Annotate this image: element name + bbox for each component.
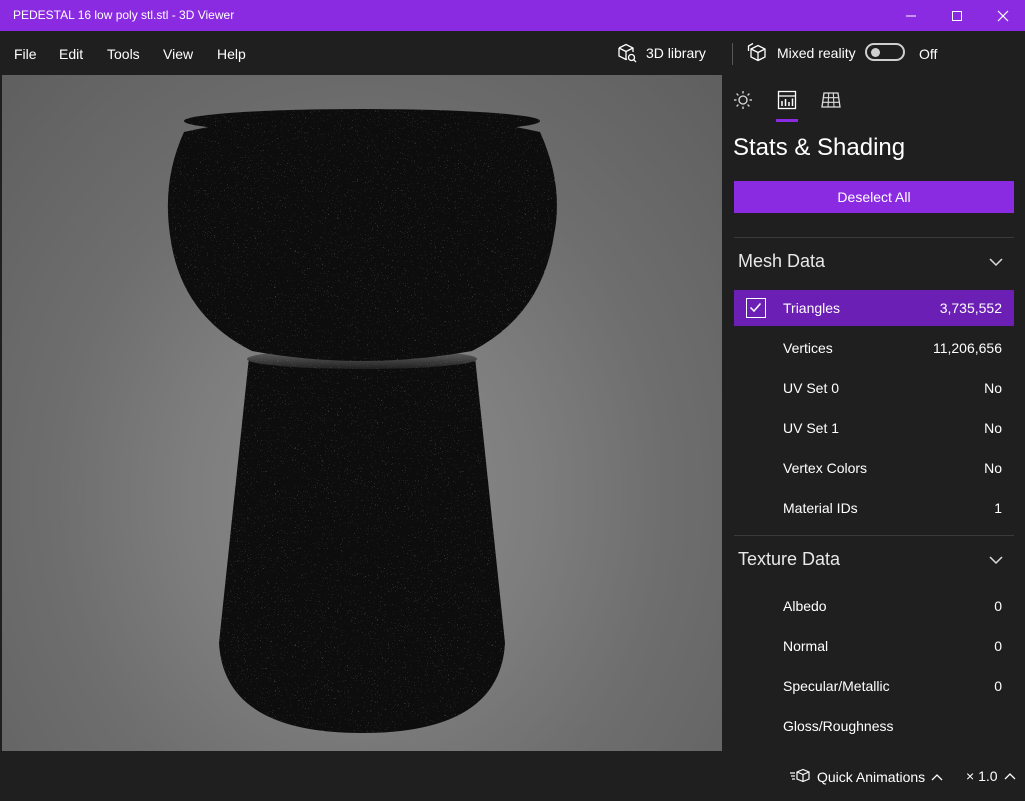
panel-title: Stats & Shading [733,134,906,161]
texture-row-specular-metallic[interactable]: Specular/Metallic 0 [734,668,1014,704]
mesh-data-heading: Mesh Data [738,251,826,271]
bottom-bar: Quick Animations × 1.0 [0,751,1025,801]
row-label: Specular/Metallic [783,678,890,694]
divider [734,535,1014,536]
mixed-reality-button[interactable]: Mixed reality [747,42,856,64]
row-label: Material IDs [783,500,858,516]
speed-label: × 1.0 [966,768,998,784]
3d-viewport[interactable] [2,75,722,751]
row-value: 0 [994,678,1002,694]
texture-data-header[interactable]: Texture Data [734,545,1014,575]
texture-row-normal[interactable]: Normal 0 [734,628,1014,664]
row-value: 1 [994,500,1002,516]
menu-help[interactable]: Help [217,46,246,62]
mesh-row-uv-set-0[interactable]: UV Set 0 No [734,370,1014,406]
row-value: 11,206,656 [932,340,1002,356]
mesh-row-vertex-colors[interactable]: Vertex Colors No [734,450,1014,486]
deselect-all-button[interactable]: Deselect All [734,181,1014,213]
mesh-row-material-ids[interactable]: Material IDs 1 [734,490,1014,526]
library-button[interactable]: 3D library [616,42,706,64]
menu-file[interactable]: File [14,46,37,62]
mesh-row-uv-set-1[interactable]: UV Set 1 No [734,410,1014,446]
chevron-up-icon [1004,773,1015,780]
row-label: Normal [783,638,829,654]
library-label: 3D library [646,45,706,61]
chevron-down-icon [989,258,1003,267]
mixed-reality-icon [747,42,766,62]
stats-panel: Stats & Shading Deselect All Mesh Data T… [722,75,1025,751]
chevron-down-icon [989,556,1003,565]
lighting-icon[interactable] [732,89,754,111]
menu-view[interactable]: View [163,46,193,62]
active-tab-indicator [776,119,798,122]
toggle-knob [871,48,880,57]
cube-search-icon [618,43,637,63]
grid-icon[interactable] [820,89,842,111]
row-label: Triangles [783,300,841,316]
divider [734,237,1014,238]
window-title: PEDESTAL 16 low poly stl.stl - 3D Viewer [13,8,235,22]
stats-icon[interactable] [776,89,798,111]
row-value: No [984,380,1002,396]
row-value: 0 [994,638,1002,654]
close-button[interactable] [980,0,1025,31]
mixed-reality-toggle[interactable] [865,43,905,61]
chevron-up-icon [931,774,943,781]
texture-data-heading: Texture Data [738,549,841,569]
row-label: Albedo [783,598,827,614]
checkmark-icon [749,303,762,313]
row-label: UV Set 1 [783,420,840,436]
mixed-reality-label: Mixed reality [777,45,856,61]
mesh-row-triangles[interactable]: Triangles 3,735,552 [734,290,1014,326]
minimize-icon [906,15,916,16]
texture-row-albedo[interactable]: Albedo 0 [734,588,1014,624]
maximize-icon [952,10,962,21]
triangles-checkbox[interactable] [746,298,766,318]
maximize-button[interactable] [934,0,980,31]
animation-cube-icon [790,768,810,783]
toolbar-divider [732,43,733,65]
row-value: No [984,420,1002,436]
animation-speed-button[interactable]: × 1.0 [966,768,1016,784]
close-icon [997,10,1009,21]
row-label: Vertices [783,340,833,356]
quick-animations-label: Quick Animations [817,769,926,785]
texture-row-gloss-roughness[interactable]: Gloss/Roughness [734,708,1014,744]
row-value: No [984,460,1002,476]
pedestal-model [167,109,557,733]
menu-edit[interactable]: Edit [59,46,83,62]
toggle-state-label: Off [919,46,938,62]
mesh-row-vertices[interactable]: Vertices 11,206,656 [734,330,1014,366]
row-label: Gloss/Roughness [783,718,894,734]
minimize-button[interactable] [888,0,934,31]
row-value: 0 [994,598,1002,614]
quick-animations-button[interactable]: Quick Animations [789,768,943,786]
menu-tools[interactable]: Tools [107,46,140,62]
mesh-data-header[interactable]: Mesh Data [734,247,1014,277]
row-label: UV Set 0 [783,380,840,396]
row-label: Vertex Colors [783,460,868,476]
row-value: 3,735,552 [939,300,1002,316]
title-bar: PEDESTAL 16 low poly stl.stl - 3D Viewer [0,0,1025,31]
